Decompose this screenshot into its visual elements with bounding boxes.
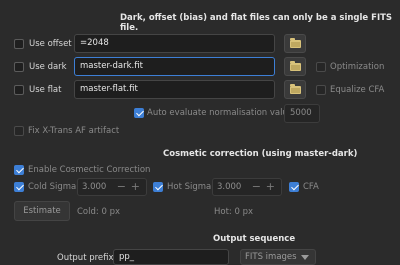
cold-sigma-decrement-button[interactable]: − bbox=[117, 179, 126, 195]
enable-cosmetic-label: Enable Cosmectic Correction bbox=[28, 165, 151, 175]
offset-browse-button[interactable] bbox=[284, 34, 306, 53]
normalisation-value-input[interactable]: 5000 bbox=[284, 104, 320, 123]
hot-sigma-checkbox[interactable] bbox=[153, 182, 163, 192]
dark-browse-button[interactable] bbox=[284, 57, 306, 76]
use-dark-label: Use dark bbox=[29, 62, 67, 72]
hot-count: Hot: 0 px bbox=[214, 207, 254, 217]
fits-notice: Dark, offset (bias) and flat files can o… bbox=[120, 13, 393, 33]
cold-count: Cold: 0 px bbox=[77, 207, 120, 217]
equalize-cfa-checkbox[interactable] bbox=[316, 85, 326, 95]
cfa-label: CFA bbox=[303, 182, 319, 192]
equalize-cfa-label: Equalize CFA bbox=[330, 85, 385, 95]
auto-normalisation-checkbox[interactable] bbox=[134, 108, 144, 118]
dark-input[interactable]: master-dark.fit bbox=[74, 57, 275, 76]
cold-sigma-label: Cold Sigma: bbox=[28, 182, 80, 192]
cold-sigma-checkbox[interactable] bbox=[14, 182, 24, 192]
xtrans-label: Fix X-Trans AF artifact bbox=[28, 126, 120, 136]
folder-icon bbox=[290, 61, 301, 71]
optimization-checkbox[interactable] bbox=[316, 62, 326, 72]
hot-sigma-decrement-button[interactable]: − bbox=[252, 179, 261, 195]
enable-cosmetic-checkbox[interactable] bbox=[14, 165, 24, 175]
cfa-checkbox[interactable] bbox=[289, 182, 299, 192]
output-section-title: Output sequence bbox=[213, 234, 296, 244]
hot-sigma-value: 3.000 bbox=[217, 182, 242, 192]
cosmetic-section-title: Cosmetic correction (using master-dark) bbox=[163, 149, 358, 159]
use-flat-label: Use flat bbox=[29, 85, 62, 95]
hot-sigma-increment-button[interactable]: + bbox=[266, 179, 275, 195]
output-prefix-label: Output prefix: bbox=[57, 253, 117, 263]
xtrans-checkbox[interactable] bbox=[14, 126, 24, 136]
offset-input[interactable]: =2048 bbox=[74, 34, 275, 53]
output-prefix-input[interactable]: pp_ bbox=[113, 249, 229, 265]
cold-sigma-increment-button[interactable]: + bbox=[131, 179, 140, 195]
folder-icon bbox=[290, 38, 301, 48]
use-offset-checkbox[interactable] bbox=[14, 39, 24, 49]
chevron-down-icon bbox=[301, 255, 309, 260]
use-offset-label: Use offset bbox=[29, 39, 72, 49]
flat-input[interactable]: master-flat.fit bbox=[74, 80, 275, 99]
cold-sigma-value: 3.000 bbox=[82, 182, 107, 192]
auto-normalisation-label: Auto evaluate normalisation value bbox=[147, 108, 294, 118]
hot-sigma-label: Hot Sigma: bbox=[167, 182, 215, 192]
optimization-label: Optimization bbox=[330, 62, 385, 72]
cold-sigma-stepper[interactable]: 3.000 − + bbox=[77, 178, 147, 196]
hot-sigma-stepper[interactable]: 3.000 − + bbox=[212, 178, 282, 196]
folder-icon bbox=[290, 84, 301, 94]
flat-browse-button[interactable] bbox=[284, 80, 306, 99]
estimate-button[interactable]: Estimate bbox=[14, 201, 70, 221]
use-flat-checkbox[interactable] bbox=[14, 85, 24, 95]
use-dark-checkbox[interactable] bbox=[14, 62, 24, 72]
output-format-select[interactable]: FITS images bbox=[240, 249, 316, 265]
